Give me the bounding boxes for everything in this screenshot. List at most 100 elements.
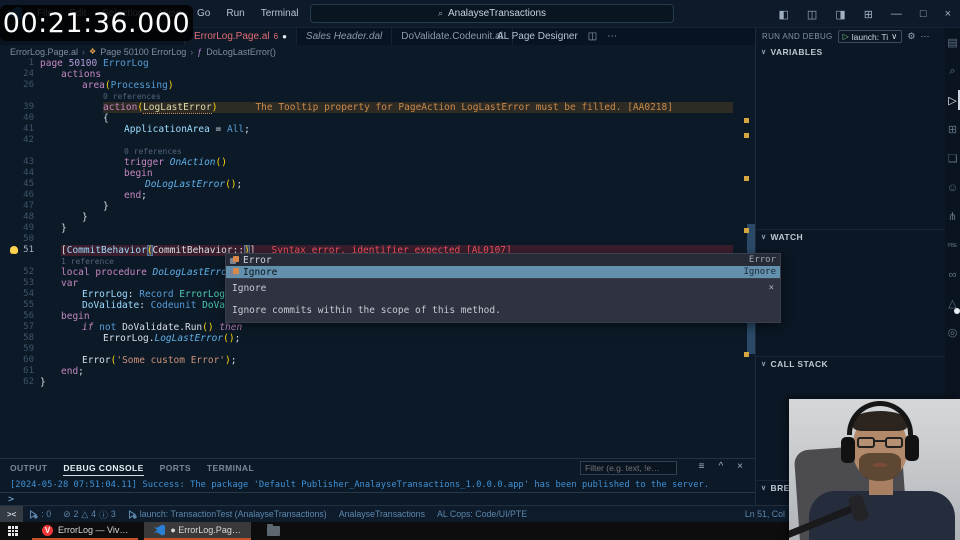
menu-item-run[interactable]: Run: [219, 5, 251, 22]
code-line[interactable]: 47}: [0, 201, 755, 212]
problems-indicator[interactable]: ⊘ 2 △ 4 ⓘ 3: [57, 508, 122, 521]
code-line[interactable]: 41 ApplicationArea = All;: [0, 124, 755, 135]
section-watch[interactable]: ∨ WATCH: [756, 229, 945, 243]
close-panel-icon[interactable]: ×: [737, 461, 743, 472]
code-line[interactable]: 49}: [0, 223, 755, 234]
code-line[interactable]: 48}: [0, 212, 755, 223]
toggle-sidebar-icon[interactable]: ◧: [769, 8, 797, 21]
breadcrumb-method[interactable]: DoLogLastError(): [206, 47, 276, 57]
chevron-down-icon: ∨: [891, 31, 898, 41]
code-line[interactable]: 62}: [0, 377, 755, 388]
line-number: 39: [23, 102, 34, 112]
start-debug-icon[interactable]: ▷: [843, 32, 849, 41]
feedback-smiley-icon[interactable]: ☺: [945, 173, 960, 202]
tab-errorlog-page-al[interactable]: ErrorLog.Page.al 6 ●: [185, 28, 297, 45]
editor-more-actions-icon[interactable]: ⋯: [607, 31, 617, 42]
codelens-references[interactable]: 0 references: [103, 92, 161, 101]
line-number: 61: [23, 366, 34, 376]
line-number: 50: [23, 234, 34, 244]
code-line[interactable]: 57 if not DoValidate.Run() then: [0, 322, 755, 333]
minimize-button[interactable]: —: [882, 8, 911, 20]
close-icon[interactable]: ×: [769, 283, 774, 293]
gear-icon[interactable]: ⚙: [907, 31, 915, 42]
search-icon[interactable]: ⌕: [945, 57, 960, 86]
webcam-overlay: [789, 399, 960, 540]
infinity-icon[interactable]: ∞: [945, 260, 960, 289]
panel-tab-debug-console[interactable]: DEBUG CONSOLE: [63, 461, 144, 476]
line-number: 49: [23, 223, 34, 233]
codelens-row[interactable]: 0 references: [0, 91, 755, 102]
console-filter-input[interactable]: [580, 461, 677, 475]
debug-console-input[interactable]: >: [0, 493, 755, 505]
section-call-stack[interactable]: ∨ CALL STACK: [756, 356, 945, 370]
code-line[interactable]: 46 end;: [0, 190, 755, 201]
taskbar-item-explorer[interactable]: [257, 522, 290, 540]
lightbulb-icon[interactable]: [10, 246, 18, 254]
code-line[interactable]: 44 begin: [0, 168, 755, 179]
maximize-panel-icon[interactable]: ^: [718, 461, 723, 472]
code-line[interactable]: 39 action(LogLastError) The Tooltip proper…: [0, 102, 755, 114]
pbe-icon[interactable]: PBE: [945, 231, 960, 260]
launch-config-select[interactable]: ▷ launch: Ti ∨: [837, 30, 903, 43]
debug-session-count[interactable]: : 0: [23, 509, 57, 519]
remote-indicator[interactable]: ><: [0, 505, 24, 523]
toggle-panel-icon[interactable]: ◫: [798, 8, 826, 21]
tab-dovalidate-codeunit-al[interactable]: DoValidate.Codeunit.al: [392, 28, 513, 45]
code-line[interactable]: 1 page 50100 ErrorLog: [0, 58, 755, 69]
breadcrumb-file[interactable]: ErrorLog.Page.al: [10, 47, 78, 57]
run-and-debug-icon[interactable]: ▷: [945, 86, 960, 115]
start-button[interactable]: [0, 522, 26, 540]
code-line[interactable]: 42: [0, 135, 755, 146]
command-search-input[interactable]: ⌕ AnalayseTransactions: [310, 4, 674, 23]
launch-config-status[interactable]: launch: TransactionTest (AnalayseTransac…: [122, 509, 333, 519]
menu-item-terminal[interactable]: Terminal: [254, 5, 306, 22]
code-line[interactable]: 45 DoLogLastError();: [0, 179, 755, 190]
codelens-row[interactable]: 0 references: [0, 146, 755, 157]
customize-layout-icon[interactable]: ⊞: [855, 8, 882, 21]
al-page-designer-button[interactable]: AL Page Designer: [497, 31, 578, 42]
sidebar-more-icon[interactable]: ⋯: [920, 31, 929, 42]
split-editor-icon[interactable]: ◫: [588, 31, 597, 42]
award-icon[interactable]: ◎: [945, 318, 960, 347]
filter-icon[interactable]: ≡: [699, 461, 705, 472]
al-cops-status[interactable]: AL Cops: Code/UI/PTE: [431, 509, 533, 519]
maximize-button[interactable]: □: [911, 8, 936, 20]
info-count-icon: ⓘ: [99, 509, 108, 520]
suggestion-item-ignore[interactable]: Ignore Ignore: [226, 266, 780, 278]
timer-text: 00:21:36.000: [2, 7, 191, 39]
suggestion-item-error[interactable]: Error Error: [226, 254, 780, 266]
code-line[interactable]: 58 ErrorLog.LogLastError();: [0, 333, 755, 344]
codelens-references[interactable]: 1 reference: [61, 257, 114, 266]
code-line[interactable]: 61 end;: [0, 366, 755, 377]
code-line[interactable]: 60 Error('Some custom Error');: [0, 355, 755, 366]
line-number: 48: [23, 212, 34, 222]
menu-item-go[interactable]: Go: [190, 5, 217, 22]
panel-tab-ports[interactable]: PORTS: [160, 461, 191, 475]
project-name-status[interactable]: AnalayseTransactions: [333, 509, 431, 519]
codelens-references[interactable]: 0 references: [124, 147, 182, 156]
graph-icon[interactable]: ⋔: [945, 202, 960, 231]
gutter-modified-marker: [744, 133, 749, 138]
code-line[interactable]: 43 trigger OnAction(): [0, 157, 755, 168]
toggle-secondary-sidebar-icon[interactable]: ◨: [826, 8, 854, 21]
tab-sales-header-dal[interactable]: Sales Header.dal: [296, 28, 393, 45]
code-line[interactable]: 40{: [0, 113, 755, 124]
gutter-modified-marker: [744, 228, 749, 233]
section-variables[interactable]: ∨ VARIABLES: [756, 45, 945, 59]
close-button[interactable]: ×: [936, 8, 960, 20]
code-line[interactable]: 26 area(Processing): [0, 80, 755, 91]
code-line[interactable]: 50: [0, 234, 755, 245]
chat-icon[interactable]: ❏: [945, 144, 960, 173]
panel-tab-terminal[interactable]: TERMINAL: [207, 461, 254, 475]
chevron-down-icon: ∨: [761, 49, 767, 56]
extensions-icon[interactable]: ⊞: [945, 115, 960, 144]
al-cops-icon[interactable]: △: [945, 289, 960, 318]
taskbar-item-vivaldi[interactable]: V ErrorLog — Viv…: [32, 522, 139, 540]
panel-tab-output[interactable]: OUTPUT: [10, 461, 47, 475]
debug-console-output: [2024-05-28 07:51:04.11] Success: The pa…: [10, 480, 710, 490]
code-line[interactable]: 59: [0, 344, 755, 355]
book-icon[interactable]: ▤: [945, 28, 960, 57]
breadcrumb-object[interactable]: Page 50100 ErrorLog: [100, 47, 186, 57]
taskbar-item-vscode[interactable]: ● ErrorLog.Pag…: [144, 522, 251, 540]
code-line[interactable]: 24 actions: [0, 69, 755, 80]
